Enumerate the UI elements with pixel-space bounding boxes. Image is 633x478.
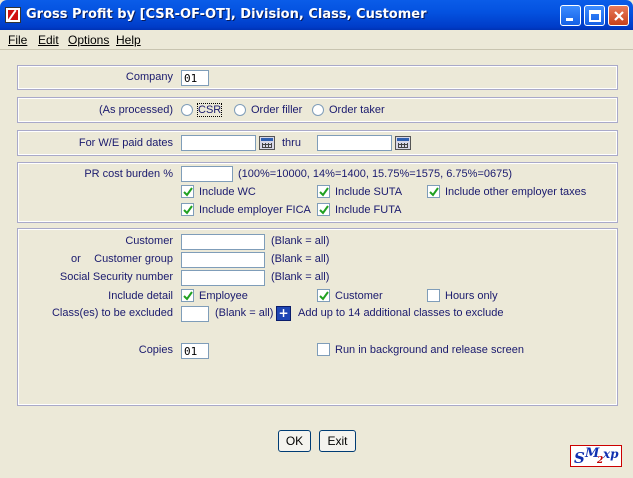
dates-label: For W/E paid dates: [78, 137, 173, 149]
employee-label: Employee: [199, 290, 248, 302]
employee-checkbox[interactable]: [181, 289, 194, 302]
include-futa-checkbox[interactable]: [317, 203, 330, 216]
radio-csr-label[interactable]: CSR: [196, 103, 223, 117]
include-fica-checkbox[interactable]: [181, 203, 194, 216]
window-title: Gross Profit by [CSR-OF-OT], Division, C…: [26, 7, 427, 22]
burden-label: PR cost burden %: [84, 168, 173, 180]
menu-edit[interactable]: Edit: [38, 33, 59, 47]
check-icon: [183, 291, 193, 301]
main-window: Gross Profit by [CSR-OF-OT], Division, C…: [0, 0, 633, 478]
detail-label: Include detail: [108, 290, 173, 302]
close-icon: [614, 11, 624, 21]
ssn-field[interactable]: [181, 270, 265, 286]
include-wc-checkbox[interactable]: [181, 185, 194, 198]
menu-options[interactable]: Options: [68, 33, 109, 47]
processed-label: (As processed): [99, 104, 173, 116]
copies-field[interactable]: 01: [181, 343, 209, 359]
from-calendar-icon[interactable]: [259, 136, 275, 150]
customer-group-field[interactable]: [181, 252, 265, 268]
customer-detail-checkbox[interactable]: [317, 289, 330, 302]
exit-button[interactable]: Exit: [319, 430, 356, 452]
background-checkbox[interactable]: [317, 343, 330, 356]
menu-file[interactable]: File: [8, 33, 27, 47]
add-classes-label: Add up to 14 additional classes to exclu…: [298, 307, 504, 319]
customer-group-label: Customer group: [94, 253, 173, 265]
background-label: Run in background and release screen: [335, 344, 524, 356]
check-icon: [319, 291, 329, 301]
include-other-checkbox[interactable]: [427, 185, 440, 198]
radio-order-taker-label[interactable]: Order taker: [329, 104, 385, 116]
check-icon: [319, 205, 329, 215]
company-panel: Company 01: [17, 65, 618, 90]
customer-label: Customer: [125, 235, 173, 247]
smxp-logo: S M 2 xp: [570, 445, 622, 467]
customer-blank-hint: (Blank = all): [271, 235, 330, 247]
include-other-label: Include other employer taxes: [445, 186, 587, 198]
form-area: Company 01 (As processed) CSR Order fill…: [4, 51, 629, 474]
dates-panel: For W/E paid dates thru: [17, 130, 618, 156]
group-blank-hint: (Blank = all): [271, 253, 330, 265]
menu-bar: File Edit Options Help: [0, 30, 633, 50]
thru-label: thru: [282, 137, 301, 149]
close-button[interactable]: [608, 5, 629, 26]
customer-field[interactable]: [181, 234, 265, 250]
customer-detail-label: Customer: [335, 290, 383, 302]
from-date-field[interactable]: [181, 135, 256, 151]
classes-blank-hint: (Blank = all): [215, 307, 274, 319]
ssn-label: Social Security number: [59, 271, 173, 283]
include-suta-label: Include SUTA: [335, 186, 403, 198]
title-bar[interactable]: Gross Profit by [CSR-OF-OT], Division, C…: [0, 0, 633, 30]
maximize-icon: [589, 10, 601, 22]
include-wc-label: Include WC: [199, 186, 256, 198]
radio-order-filler-label[interactable]: Order filler: [251, 104, 302, 116]
company-field[interactable]: 01: [181, 70, 209, 86]
ok-button[interactable]: OK: [278, 430, 311, 452]
burden-hint: (100%=10000, 14%=1400, 15.75%=1575, 6.75…: [238, 168, 513, 180]
minimize-button[interactable]: [560, 5, 581, 26]
add-classes-button[interactable]: +: [276, 306, 291, 321]
radio-order-taker[interactable]: [312, 104, 324, 116]
menu-help[interactable]: Help: [116, 33, 141, 47]
ssn-blank-hint: (Blank = all): [271, 271, 330, 283]
classes-label: Class(es) to be excluded: [51, 307, 173, 319]
radio-order-filler[interactable]: [234, 104, 246, 116]
to-date-field[interactable]: [317, 135, 392, 151]
classes-field[interactable]: [181, 306, 209, 322]
hours-only-label: Hours only: [445, 290, 498, 302]
include-fica-label: Include employer FICA: [199, 204, 311, 216]
radio-csr[interactable]: [181, 104, 193, 116]
check-icon: [319, 187, 329, 197]
processed-panel: (As processed) CSR Order filler Order ta…: [17, 97, 618, 123]
minimize-icon: [566, 18, 573, 21]
to-calendar-icon[interactable]: [395, 136, 411, 150]
company-label: Company: [125, 71, 173, 83]
include-futa-label: Include FUTA: [335, 204, 402, 216]
burden-field[interactable]: [181, 166, 233, 182]
check-icon: [183, 187, 193, 197]
check-icon: [429, 187, 439, 197]
check-icon: [183, 205, 193, 215]
app-icon: [5, 7, 21, 23]
filters-panel: Customer (Blank = all) or Customer group…: [17, 228, 618, 406]
include-suta-checkbox[interactable]: [317, 185, 330, 198]
maximize-button[interactable]: [584, 5, 605, 26]
hours-only-checkbox[interactable]: [427, 289, 440, 302]
copies-label: Copies: [138, 344, 173, 356]
burden-panel: PR cost burden % (100%=10000, 14%=1400, …: [17, 162, 618, 223]
